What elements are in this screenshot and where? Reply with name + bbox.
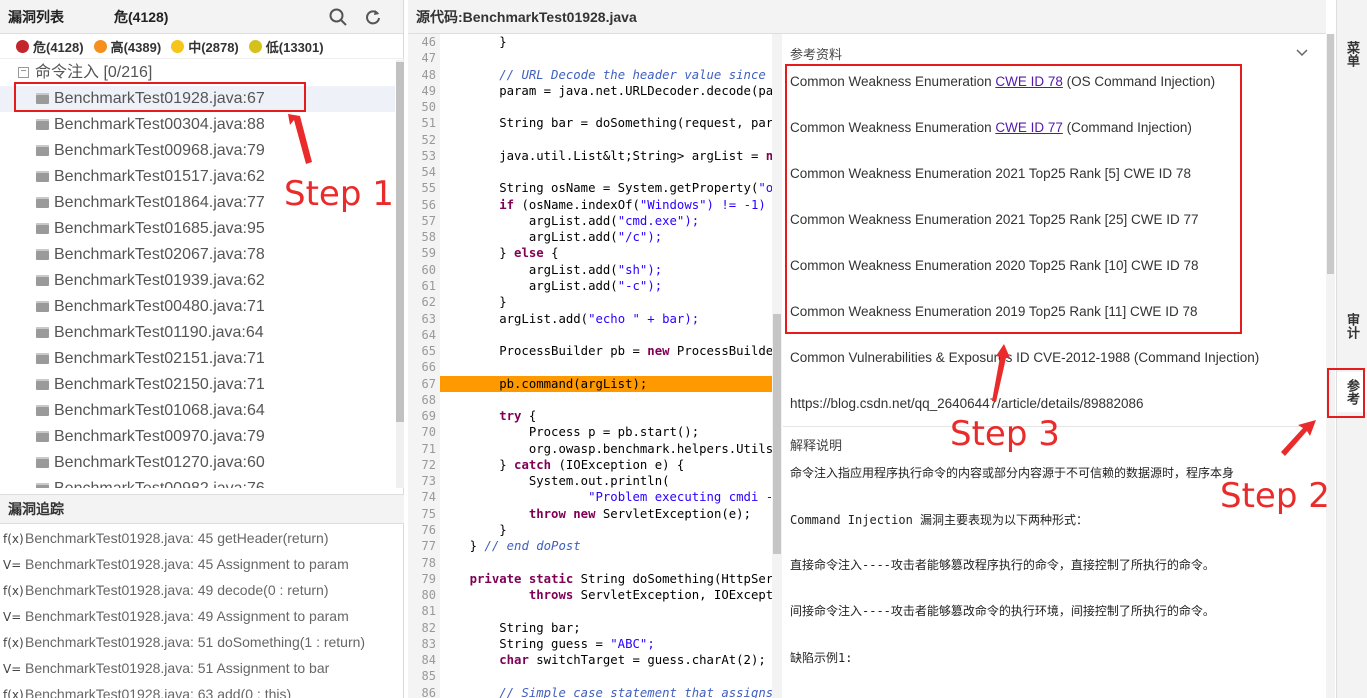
step1-arrow (288, 114, 312, 164)
step2-arrow (1281, 420, 1316, 456)
annotation-arrows (288, 114, 1316, 456)
step3-arrow (992, 344, 1010, 402)
